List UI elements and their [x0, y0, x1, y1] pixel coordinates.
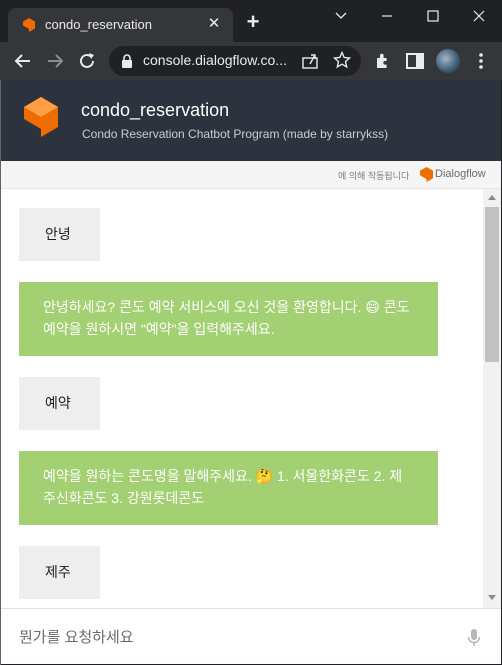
tab-search-button[interactable] [318, 0, 364, 32]
dialogflow-logo-icon [24, 97, 58, 137]
tab-title: condo_reservation [45, 17, 152, 32]
window-close-button[interactable] [456, 0, 502, 32]
user-message: 예약 [19, 377, 100, 430]
extensions-icon [377, 53, 387, 68]
dialogflow-favicon-icon [23, 18, 35, 32]
tab-strip: condo_reservation ✕ + [0, 0, 502, 42]
forward-arrow-icon [48, 54, 64, 68]
microphone-icon[interactable] [467, 628, 481, 648]
address-bar[interactable]: console.dialogflow.co... [109, 46, 361, 76]
powered-by-brand: Dialogflow [435, 168, 486, 180]
bot-message: 안녕하세요? 콘도 예약 서비스에 오신 것을 환영합니다. 😄 콘도 예약을 … [19, 282, 438, 356]
close-icon [473, 10, 485, 22]
back-button[interactable] [12, 50, 34, 72]
bot-message: 예약을 원하는 콘도명을 말해주세요. 🤔 1. 서울한화콘도 2. 제주신화콘… [19, 451, 438, 525]
star-icon[interactable] [333, 51, 351, 69]
side-panel-button[interactable] [404, 50, 426, 72]
query-input[interactable] [19, 626, 449, 648]
browser-menu-button[interactable] [470, 50, 492, 72]
menu-icon [479, 53, 483, 69]
user-message: 제주 [19, 546, 100, 599]
reload-button[interactable] [76, 50, 98, 72]
back-arrow-icon [14, 54, 30, 68]
agent-title: condo_reservation [81, 100, 230, 120]
extensions-button[interactable] [372, 50, 394, 72]
new-tab-button[interactable]: + [243, 11, 263, 33]
chat-scrollbar[interactable] [483, 189, 501, 608]
agent-subtitle: Condo Reservation Chatbot Program (made … [82, 127, 389, 141]
dialogflow-small-logo-icon [420, 167, 433, 182]
maximize-icon [427, 10, 439, 22]
powered-by-text: 에 의해 작동됩니다 [338, 171, 410, 181]
browser-toolbar: console.dialogflow.co... [0, 42, 502, 80]
reload-icon [80, 53, 94, 68]
share-icon[interactable] [301, 52, 319, 70]
powered-by-bar: 에 의해 작동됩니다 Dialogflow [1, 161, 501, 189]
lock-icon [122, 54, 132, 68]
minimize-icon [382, 15, 392, 17]
agent-header: condo_reservation Condo Reservation Chat… [1, 80, 501, 161]
profile-avatar[interactable] [436, 49, 460, 73]
forward-button[interactable] [44, 50, 66, 72]
browser-tab[interactable]: condo_reservation ✕ [8, 8, 233, 42]
scroll-down-arrow-icon[interactable] [488, 595, 496, 600]
url-text: console.dialogflow.co... [143, 52, 287, 68]
chevron-down-icon [335, 12, 347, 19]
side-panel-icon [406, 53, 424, 69]
user-message: 안녕 [19, 208, 100, 261]
maximize-button[interactable] [410, 0, 456, 32]
scrollbar-thumb[interactable] [485, 207, 499, 362]
minimize-button[interactable] [364, 0, 410, 32]
chat-messages[interactable]: 안녕 안녕하세요? 콘도 예약 서비스에 오신 것을 환영합니다. 😄 콘도 예… [1, 189, 501, 608]
scroll-up-arrow-icon[interactable] [488, 195, 496, 200]
tab-close-icon[interactable]: ✕ [205, 15, 223, 33]
query-bar [1, 608, 501, 664]
